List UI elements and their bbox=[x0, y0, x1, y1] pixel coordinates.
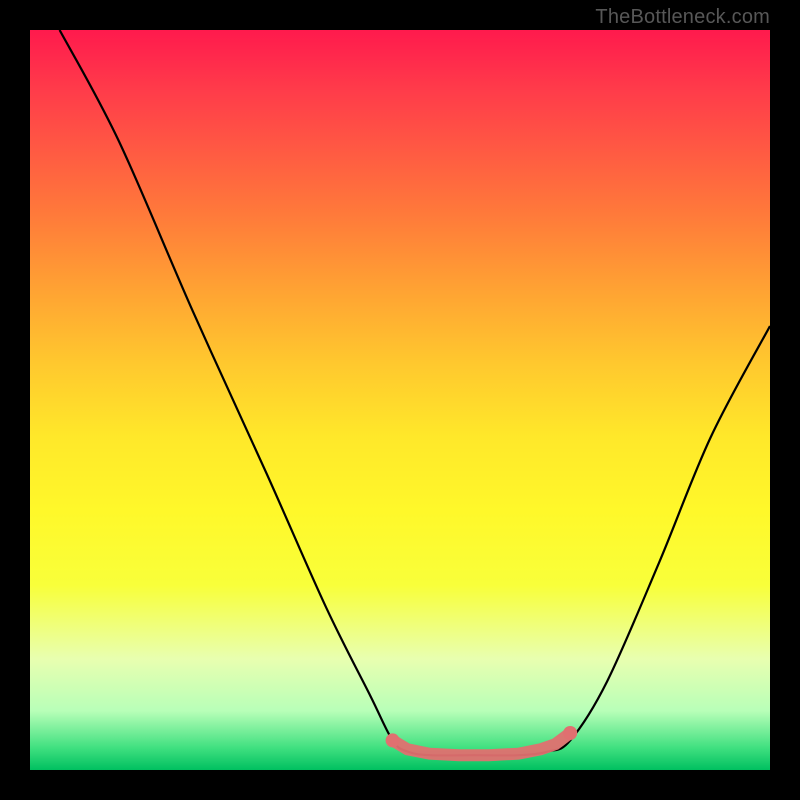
bottleneck-curve bbox=[30, 30, 770, 770]
watermark-text: TheBottleneck.com bbox=[595, 6, 770, 29]
curve-path bbox=[60, 30, 770, 755]
chart-frame: TheBottleneck.com bbox=[0, 0, 800, 800]
plot-area bbox=[30, 30, 770, 770]
optimal-markers bbox=[386, 726, 578, 755]
